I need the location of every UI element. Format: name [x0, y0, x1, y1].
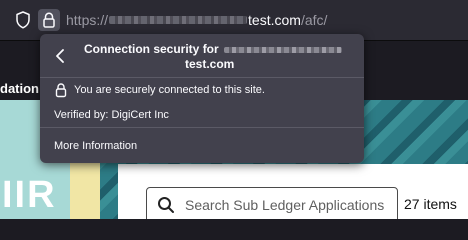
site-lock-icon[interactable] [38, 9, 60, 31]
divider [40, 77, 364, 78]
back-arrow-icon[interactable] [52, 46, 68, 66]
verified-by-text: Verified by: DigiCert Inc [54, 109, 169, 121]
search-placeholder: Search Sub Ledger Applications [185, 197, 385, 213]
hero-letters: IIR [2, 174, 57, 216]
search-input[interactable]: Search Sub Ledger Applications [146, 187, 398, 219]
items-count: 27 items [404, 196, 457, 212]
tracking-protection-shield-icon[interactable] [14, 9, 32, 31]
screen: dation IIR Search Sub Ledger Application… [0, 0, 468, 219]
search-icon [157, 196, 175, 214]
url-scheme: https:// [66, 12, 109, 28]
lock-icon [54, 82, 68, 98]
secure-connection-text: You are securely connected to this site. [74, 84, 265, 96]
url-domain: test.com [248, 12, 301, 28]
divider [40, 127, 364, 128]
panel-title: Connection security for [84, 42, 343, 56]
redacted-title-subdomain [224, 46, 343, 53]
url-path: /afc/ [300, 12, 328, 28]
more-information-button[interactable]: More Information [54, 140, 137, 152]
panel-title-domain: test.com [185, 57, 235, 71]
nav-text[interactable]: dation [0, 81, 39, 96]
panel-title-text: Connection security for [84, 42, 219, 56]
connection-security-panel: Connection security for test.com You are… [40, 34, 364, 163]
redacted-subdomain [109, 16, 248, 24]
address-bar[interactable]: https:// test.com /afc/ [66, 11, 327, 29]
